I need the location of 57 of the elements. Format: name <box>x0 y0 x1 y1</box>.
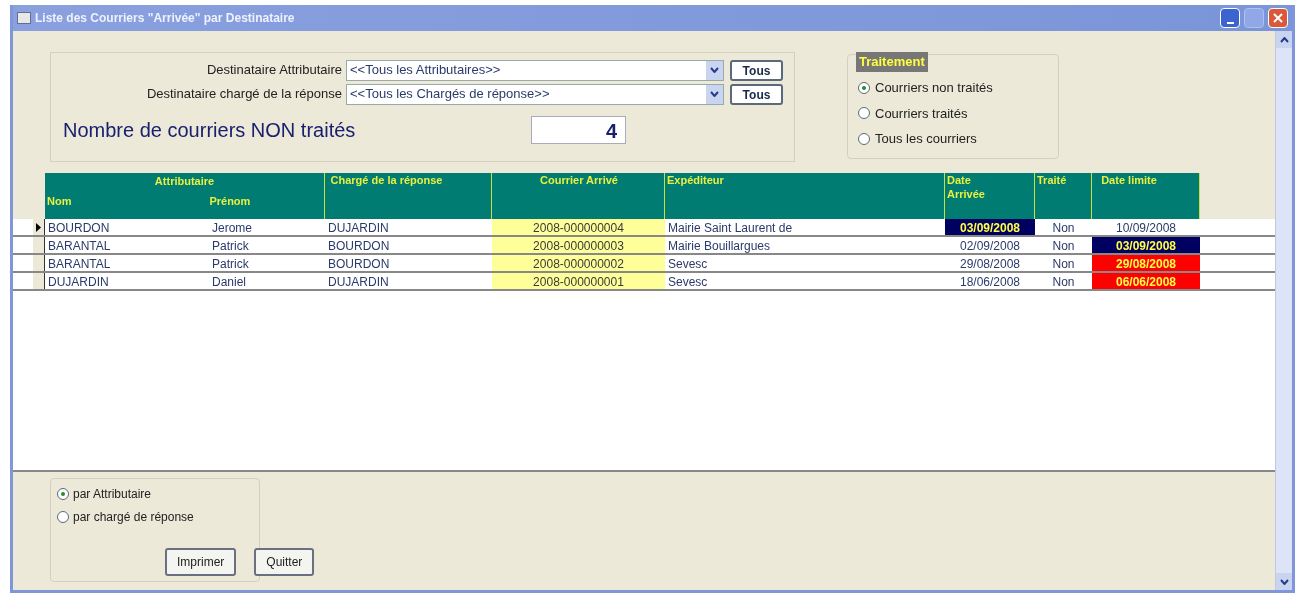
chevron-down-icon <box>1279 578 1289 585</box>
row-selector[interactable] <box>33 237 45 253</box>
chevron-down-icon <box>710 67 719 73</box>
vertical-scrollbar[interactable] <box>1275 31 1292 590</box>
minimize-button[interactable] <box>1220 8 1240 28</box>
row-selector[interactable] <box>33 255 45 271</box>
current-row-icon <box>36 222 41 232</box>
column-header: Courrier Arrivé <box>492 173 665 219</box>
table-cell: 2008-000000002 <box>492 255 665 271</box>
table-cell: 03/09/2008 <box>1092 237 1200 253</box>
radio-label: Courriers traités <box>875 104 968 123</box>
table-cell: 06/06/2008 <box>1092 273 1200 289</box>
radio-label: par chargé de réponse <box>73 509 194 526</box>
row-selector[interactable] <box>33 219 45 235</box>
column-header: Date limite <box>1092 173 1200 219</box>
dropdown-value: <<Tous les Attributaires>> <box>349 61 502 80</box>
table-cell: 03/09/2008 <box>945 219 1035 235</box>
count-field: 4 <box>531 116 626 144</box>
column-header: Chargé de la réponse <box>325 173 492 219</box>
column-header: Traité <box>1035 173 1092 219</box>
dropdown-value: <<Tous les Chargés de réponse>> <box>349 85 551 104</box>
action-button[interactable]: Quitter <box>254 548 315 576</box>
group-heading: Attributaire <box>153 174 216 189</box>
column-header: Prénom <box>209 193 252 209</box>
tous-button[interactable]: Tous <box>730 59 783 81</box>
count-label: Nombre de courriers NON traités <box>62 118 357 143</box>
radio-button[interactable] <box>858 81 870 94</box>
window-title: Liste des Courriers "Arrivée" par Destinataire <box>35 10 295 27</box>
row-selector[interactable] <box>33 273 45 289</box>
dropdown-field[interactable]: <<Tous les Attributaires>> <box>346 59 724 81</box>
column-header: Nom <box>46 193 73 209</box>
chevron-up-icon <box>1279 36 1289 43</box>
filter-label: Destinataire Attributaire <box>205 61 343 80</box>
column-header: Date Arrivée <box>945 173 1035 219</box>
chevron-down-icon <box>710 91 719 97</box>
tous-button[interactable]: Tous <box>730 83 783 105</box>
radio-button[interactable] <box>57 511 69 523</box>
radio-label: par Attributaire <box>73 486 152 503</box>
panel-title: Traitement <box>856 52 928 72</box>
scroll-down-button[interactable] <box>1276 573 1292 590</box>
close-icon <box>1273 13 1283 23</box>
table-cell: 29/08/2008 <box>1092 255 1200 271</box>
table-cell: 2008-000000004 <box>492 219 665 235</box>
action-button[interactable]: Imprimer <box>165 548 237 576</box>
radio-button[interactable] <box>858 132 870 145</box>
filter-label: Destinataire chargé de la réponse <box>145 85 343 104</box>
radio-label: Tous les courriers <box>875 130 977 148</box>
radio-button[interactable] <box>858 107 870 120</box>
column-header: Expéditeur <box>665 173 945 219</box>
table-cell: 2008-000000001 <box>492 273 665 289</box>
radio-label: Courriers non traités <box>875 79 993 97</box>
close-button[interactable] <box>1268 8 1288 28</box>
dropdown-field[interactable]: <<Tous les Chargés de réponse>> <box>346 83 724 105</box>
radio-button[interactable] <box>57 488 69 500</box>
app-icon <box>17 12 31 24</box>
scroll-up-button[interactable] <box>1276 31 1292 48</box>
table-cell: 2008-000000003 <box>492 237 665 253</box>
